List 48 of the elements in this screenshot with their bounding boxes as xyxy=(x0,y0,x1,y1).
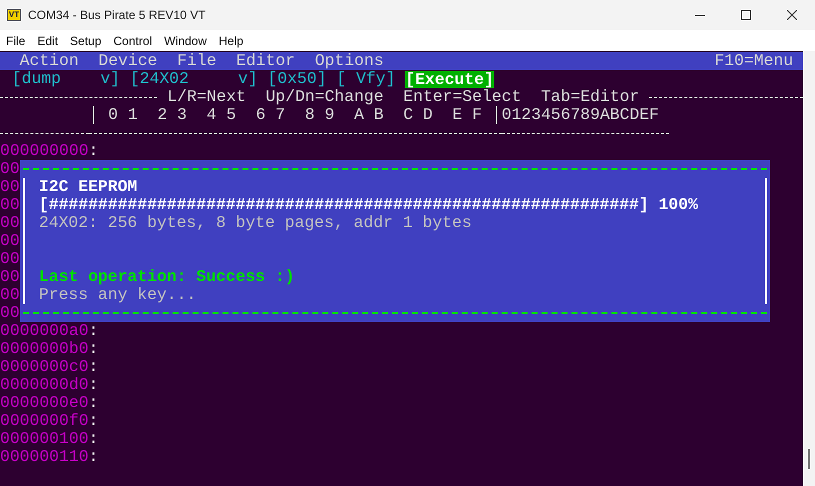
address-label: 000000000: xyxy=(0,142,98,160)
menu-item[interactable]: Editor xyxy=(236,52,296,70)
ascii-header: 0123456789ABCDEF xyxy=(502,106,659,124)
address-label: 00 xyxy=(0,214,20,232)
progress-text: [############################################################] xyxy=(38,196,649,214)
progress-reading: 100% xyxy=(658,196,698,214)
dialog-title: I2C EEPROM xyxy=(38,178,138,196)
address-label: 00 xyxy=(0,268,20,286)
menu-item[interactable]: Control xyxy=(113,32,152,50)
menu-item[interactable]: File xyxy=(6,32,26,50)
address-label: 00 xyxy=(0,286,20,304)
menu-item[interactable]: Window xyxy=(164,32,207,50)
address-label: 000000100: xyxy=(0,430,98,448)
menu-item[interactable]: Help xyxy=(218,32,244,50)
address-label: 00 xyxy=(0,196,20,214)
address-label: 00 xyxy=(0,160,20,178)
address-label: 0000000a0: xyxy=(0,322,98,340)
menu-item[interactable]: File xyxy=(177,52,216,70)
prompt-text: Press any key... xyxy=(38,286,198,304)
hint-text: L/R=Next Up/Dn=Change Enter=Select Tab=Editor xyxy=(167,88,640,106)
info-text: 24X02: 256 bytes, 8 byte pages, addr 1 bytes xyxy=(38,214,473,232)
status-text: Last operation: Success :) xyxy=(38,268,296,286)
address-label: 000000110: xyxy=(0,448,98,466)
scroll-thumb[interactable] xyxy=(808,449,810,469)
close-icon xyxy=(787,10,797,20)
column-header: 0 1 2 3 4 5 6 7 8 9 A B C D E F xyxy=(107,106,483,124)
dropdown[interactable]: [ Vfy] xyxy=(336,70,396,88)
menu-item[interactable]: Action xyxy=(20,52,79,70)
menu-item[interactable]: Setup xyxy=(70,32,102,50)
address-label: 0000000d0: xyxy=(0,376,98,394)
window-title: COM34 - Bus Pirate 5 REV10 VT xyxy=(28,7,206,24)
dropdown[interactable]: [dump v] xyxy=(12,70,120,88)
menu-item[interactable]: Device xyxy=(98,52,158,70)
dropdown[interactable]: [0x50] xyxy=(268,70,327,88)
shortcut-hint: F10=Menu xyxy=(714,52,794,70)
menu-item[interactable]: Options xyxy=(314,52,384,70)
app-icon: VT xyxy=(7,9,21,21)
address-label: 00 xyxy=(0,250,20,268)
menu-item[interactable]: Edit xyxy=(37,32,58,50)
address-label: 00 xyxy=(0,232,20,250)
address-label: 0000000e0: xyxy=(0,394,98,412)
address-label: 0000000c0: xyxy=(0,358,98,376)
address-label: 00 xyxy=(0,178,20,196)
address-label: 0000000f0: xyxy=(0,412,98,430)
address-label: 00 xyxy=(0,304,20,322)
address-label: 0000000b0: xyxy=(0,340,98,358)
dropdown[interactable]: [24X02 v] xyxy=(130,70,258,88)
maximize-icon xyxy=(741,10,751,20)
